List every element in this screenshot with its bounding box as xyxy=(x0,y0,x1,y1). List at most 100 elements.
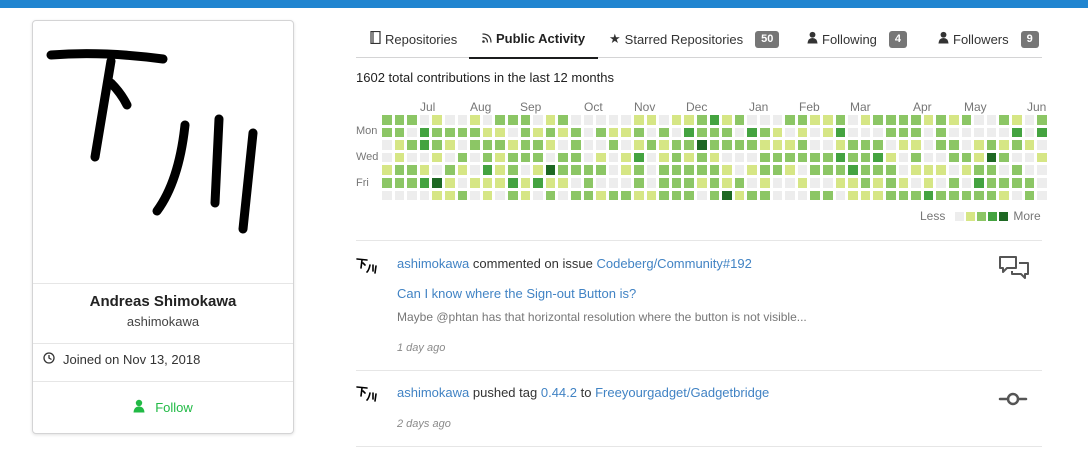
heatmap-cell xyxy=(571,115,581,125)
heatmap-cell xyxy=(583,178,594,188)
feed-target-link[interactable]: Freeyourgadget/Gadgetbridge xyxy=(595,385,769,400)
heatmap-cell xyxy=(583,152,594,163)
heatmap-cell xyxy=(596,152,606,163)
heatmap-cell xyxy=(470,140,480,150)
heatmap-cell xyxy=(646,190,657,201)
heatmap-cell xyxy=(734,165,745,175)
tab-starred-repositories[interactable]: ★ Starred Repositories 50 xyxy=(609,20,780,58)
heatmap-cell xyxy=(445,178,455,188)
legend-less: Less xyxy=(920,209,946,223)
heatmap-cell xyxy=(1012,178,1022,188)
heatmap-cell xyxy=(911,140,921,150)
follow-button[interactable]: Follow xyxy=(33,399,293,416)
feed-avatar[interactable] xyxy=(356,256,380,280)
heatmap-cell xyxy=(747,178,757,188)
heatmap-cell xyxy=(419,178,430,188)
heatmap-cell xyxy=(382,115,392,125)
heatmap-cell xyxy=(999,127,1009,138)
heatmap-cell xyxy=(722,115,732,125)
tab-repositories[interactable]: Repositories xyxy=(370,20,457,58)
heatmap-cell xyxy=(495,190,505,201)
heatmap-cell xyxy=(823,152,833,163)
feed-item-header: ashimokawa pushed tag 0.44.2 to Freeyour… xyxy=(397,385,769,400)
avatar xyxy=(33,21,293,283)
heatmap-cell xyxy=(747,190,757,201)
heatmap-cell xyxy=(608,127,619,138)
heatmap-cell xyxy=(1037,152,1047,163)
heatmap-cell xyxy=(961,152,972,163)
heatmap-cell xyxy=(873,140,883,150)
heatmap-cell xyxy=(545,178,556,188)
tab-following[interactable]: Following 4 xyxy=(807,20,908,58)
heatmap-cell xyxy=(722,165,732,175)
heatmap-cell xyxy=(419,152,430,163)
heatmap-cell xyxy=(432,140,442,150)
month-label: Dec xyxy=(686,100,708,114)
heatmap-cell xyxy=(697,127,707,138)
heatmap-cell xyxy=(583,115,594,125)
feed-user-link[interactable]: ashimokawa xyxy=(397,256,469,271)
heatmap-cell xyxy=(671,165,682,175)
heatmap-cell xyxy=(520,115,531,125)
heatmap-cell xyxy=(558,190,568,201)
heatmap-cell xyxy=(898,140,909,150)
tab-followers[interactable]: Followers 9 xyxy=(938,20,1039,58)
heatmap-cell xyxy=(1037,115,1047,125)
feed-target-link[interactable]: Codeberg/Community#192 xyxy=(596,256,751,271)
heatmap-cell xyxy=(886,178,896,188)
day-label: Fri xyxy=(356,177,369,189)
tab-public-activity[interactable]: Public Activity xyxy=(469,20,599,59)
comment-discussion-icon xyxy=(998,254,1030,282)
feed-issue-title-link[interactable]: Can I know where the Sign-out Button is? xyxy=(397,286,636,301)
heatmap-cell xyxy=(571,140,581,150)
heatmap-cell xyxy=(986,127,997,138)
heatmap-cell xyxy=(860,127,871,138)
heatmap-cell xyxy=(709,178,720,188)
heatmap-cell xyxy=(482,140,493,150)
heatmap-cell xyxy=(571,152,581,163)
heatmap-cell xyxy=(873,190,883,201)
heatmap-cell xyxy=(659,127,669,138)
heatmap-cell xyxy=(835,152,846,163)
feed-action: pushed tag xyxy=(472,385,538,400)
heatmap-cell xyxy=(772,178,783,188)
heatmap-cell xyxy=(545,127,556,138)
heatmap-cell xyxy=(596,190,606,201)
heatmap-cell xyxy=(886,190,896,201)
heatmap-cell xyxy=(911,190,921,201)
feed-avatar[interactable] xyxy=(356,384,380,408)
heatmap-cell xyxy=(1024,165,1035,175)
legend-swatch xyxy=(955,211,965,221)
tab-label: Starred Repositories xyxy=(624,31,744,47)
heatmap-cell xyxy=(407,190,417,201)
day-label: Wed xyxy=(356,151,379,163)
heatmap-cell xyxy=(734,140,745,150)
heatmap-cell xyxy=(697,152,707,163)
legend-swatch xyxy=(999,211,1009,221)
heatmap-cell xyxy=(1024,190,1035,201)
heatmap-cell xyxy=(1012,140,1022,150)
heatmap-cell xyxy=(709,152,720,163)
heatmap-cell xyxy=(659,140,669,150)
heatmap-cell xyxy=(797,152,808,163)
heatmap-cell xyxy=(911,115,921,125)
heatmap-cell xyxy=(747,127,757,138)
heatmap-cell xyxy=(697,140,707,150)
heatmap-cell xyxy=(760,152,770,163)
feed-tag-link[interactable]: 0.44.2 xyxy=(541,385,577,400)
profile-full-name: Andreas Shimokawa xyxy=(89,293,237,310)
heatmap-cell xyxy=(823,115,833,125)
heatmap-cell xyxy=(671,190,682,201)
heatmap-cell xyxy=(886,115,896,125)
card-divider xyxy=(33,343,293,344)
heatmap-cell xyxy=(772,127,783,138)
heatmap-cell xyxy=(923,190,934,201)
heatmap-cell xyxy=(533,178,543,188)
heatmap-cell xyxy=(835,165,846,175)
feed-user-link[interactable]: ashimokawa xyxy=(397,385,469,400)
legend-swatch xyxy=(988,211,998,221)
heatmap-cell xyxy=(911,165,921,175)
feed-divider xyxy=(356,240,1042,241)
heatmap-cell xyxy=(621,115,631,125)
heatmap-cell xyxy=(482,165,493,175)
